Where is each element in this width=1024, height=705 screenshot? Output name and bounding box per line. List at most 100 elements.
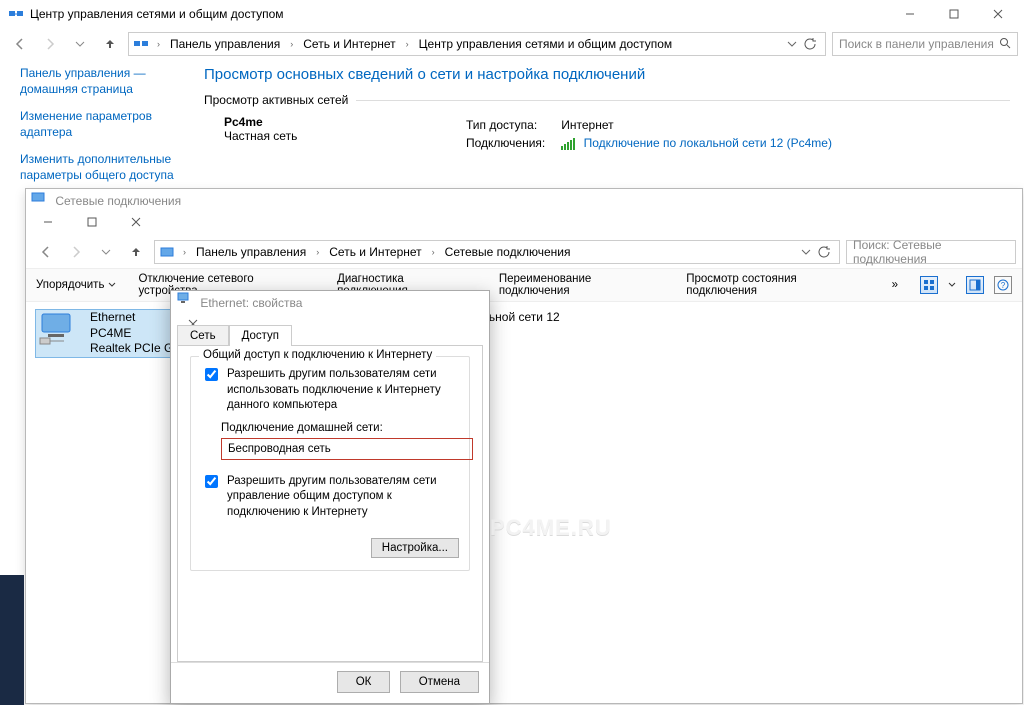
tab-network[interactable]: Сеть — [177, 325, 229, 346]
chevron-right-icon: › — [179, 247, 190, 257]
dialog-title: Ethernet: свойства — [200, 296, 302, 310]
address-bar: › Панель управления › Сеть и Интернет › … — [26, 236, 1022, 268]
chevron-down-icon[interactable] — [948, 281, 956, 289]
breadcrumb-icon — [159, 244, 175, 260]
section-header: Просмотр активных сетей — [204, 93, 1010, 107]
up-button[interactable] — [124, 240, 148, 264]
chevron-right-icon: › — [428, 247, 439, 257]
forward-button[interactable] — [64, 240, 88, 264]
chevron-down-icon — [108, 281, 116, 289]
combo-value: Беспроводная сеть — [228, 443, 331, 455]
taskbar-edge — [0, 575, 24, 705]
window-body: Панель управления — домашняя страница Из… — [0, 60, 1024, 184]
view-layout-button[interactable] — [920, 276, 938, 294]
ethernet-properties-dialog: Ethernet: свойства Сеть Доступ Общий дос… — [170, 290, 490, 704]
signal-icon — [561, 136, 576, 150]
tab-access[interactable]: Доступ — [229, 325, 292, 346]
app-icon — [30, 189, 46, 205]
breadcrumb-segment[interactable]: Сеть и Интернет — [325, 243, 425, 261]
recent-dropdown[interactable] — [68, 32, 92, 56]
forward-button[interactable] — [38, 32, 62, 56]
watermark: PC4ME.RU — [490, 515, 612, 541]
main-column: Просмотр основных сведений о сети и наст… — [190, 66, 1024, 184]
home-connection-combo[interactable]: Беспроводная сеть — [221, 438, 473, 460]
access-value: Интернет — [561, 117, 846, 133]
chevron-right-icon: › — [286, 39, 297, 49]
tab-strip: Сеть Доступ — [171, 319, 489, 346]
titlebar: Ethernet: свойства — [171, 291, 489, 319]
ics-group: Общий доступ к подключению к Интернету Р… — [190, 356, 470, 571]
search-input[interactable]: Поиск: Сетевые подключения — [846, 240, 1016, 264]
refresh-icon[interactable] — [817, 245, 831, 259]
help-button[interactable]: ? — [994, 276, 1012, 294]
network-name: Pc4me — [224, 115, 263, 129]
allow-sharing-checkbox[interactable]: Разрешить другим пользователям сети испо… — [201, 367, 459, 414]
back-button[interactable] — [8, 32, 32, 56]
network-name-block: Pc4me Частная сеть — [204, 115, 464, 153]
maximize-button[interactable] — [70, 208, 114, 236]
titlebar: Сетевые подключения — [26, 189, 1022, 236]
status-button[interactable]: Просмотр состояния подключения — [686, 273, 869, 297]
breadcrumb-tools — [787, 37, 821, 51]
search-placeholder: Поиск: Сетевые подключения — [853, 238, 1009, 266]
chevron-right-icon: › — [312, 247, 323, 257]
side-link-sharing[interactable]: Изменить дополнительные параметры общего… — [20, 152, 190, 183]
checkbox-label: Разрешить другим пользователям сети упра… — [227, 474, 459, 521]
side-link-home[interactable]: Панель управления — домашняя страница — [20, 66, 190, 97]
network-kind: Частная сеть — [224, 129, 297, 143]
organize-label: Упорядочить — [36, 279, 104, 291]
allow-control-checkbox[interactable]: Разрешить другим пользователям сети упра… — [201, 474, 459, 521]
cancel-button[interactable]: Отмена — [400, 671, 479, 693]
more-button[interactable]: » — [892, 279, 898, 291]
ok-button[interactable]: ОК — [337, 671, 391, 693]
search-icon — [999, 37, 1011, 52]
tab-panel: Общий доступ к подключению к Интернету Р… — [177, 345, 483, 662]
close-button[interactable] — [114, 208, 158, 236]
address-bar: › Панель управления › Сеть и Интернет › … — [0, 28, 1024, 60]
breadcrumb-segment[interactable]: Сеть и Интернет — [299, 35, 399, 53]
breadcrumb[interactable]: › Панель управления › Сеть и Интернет › … — [154, 240, 840, 264]
breadcrumb[interactable]: › Панель управления › Сеть и Интернет › … — [128, 32, 826, 56]
access-label: Тип доступа: — [466, 117, 559, 133]
titlebar: Центр управления сетями и общим доступом — [0, 0, 1024, 28]
window-title: Сетевые подключения — [55, 194, 181, 208]
window-title: Центр управления сетями и общим доступом — [30, 7, 888, 21]
chevron-right-icon: › — [153, 39, 164, 49]
up-button[interactable] — [98, 32, 122, 56]
checkbox-input[interactable] — [205, 368, 218, 381]
dialog-icon — [175, 291, 191, 307]
back-button[interactable] — [34, 240, 58, 264]
settings-button[interactable]: Настройка... — [371, 538, 459, 558]
breadcrumb-segment[interactable]: Сетевые подключения — [441, 243, 575, 261]
side-panel: Панель управления — домашняя страница Из… — [20, 66, 190, 184]
window-buttons — [888, 0, 1020, 28]
svg-text:?: ? — [1001, 281, 1006, 290]
refresh-icon[interactable] — [803, 37, 817, 51]
breadcrumb-segment[interactable]: Панель управления — [166, 35, 284, 53]
minimize-button[interactable] — [888, 0, 932, 28]
side-link-adapter[interactable]: Изменение параметров адаптера — [20, 109, 190, 140]
ethernet-icon — [36, 310, 82, 348]
chevron-down-icon[interactable] — [801, 247, 811, 257]
recent-dropdown[interactable] — [94, 240, 118, 264]
breadcrumb-segment[interactable]: Панель управления — [192, 243, 310, 261]
network-center-window: Центр управления сетями и общим доступом… — [0, 0, 1024, 180]
search-input[interactable]: Поиск в панели управления — [832, 32, 1018, 56]
connections-label: Подключения: — [466, 135, 559, 151]
divider — [356, 100, 1010, 101]
view-controls: ? — [920, 276, 1012, 294]
chevron-down-icon[interactable] — [787, 39, 797, 49]
dialog-footer: ОК Отмена — [171, 662, 489, 703]
breadcrumb-icon — [133, 36, 149, 52]
rename-button[interactable]: Переименование подключения — [499, 273, 664, 297]
organize-button[interactable]: Упорядочить — [36, 279, 116, 291]
minimize-button[interactable] — [26, 208, 70, 236]
checkbox-input[interactable] — [205, 475, 218, 488]
preview-pane-button[interactable] — [966, 276, 984, 294]
network-meta: Тип доступа: Интернет Подключения: Подкл… — [464, 115, 1024, 153]
close-button[interactable] — [976, 0, 1020, 28]
maximize-button[interactable] — [932, 0, 976, 28]
breadcrumb-segment[interactable]: Центр управления сетями и общим доступом — [415, 35, 677, 53]
connection-link[interactable]: Подключение по локальной сети 12 (Pc4me) — [584, 136, 832, 150]
active-network-row: Pc4me Частная сеть Тип доступа: Интернет… — [204, 115, 1024, 153]
